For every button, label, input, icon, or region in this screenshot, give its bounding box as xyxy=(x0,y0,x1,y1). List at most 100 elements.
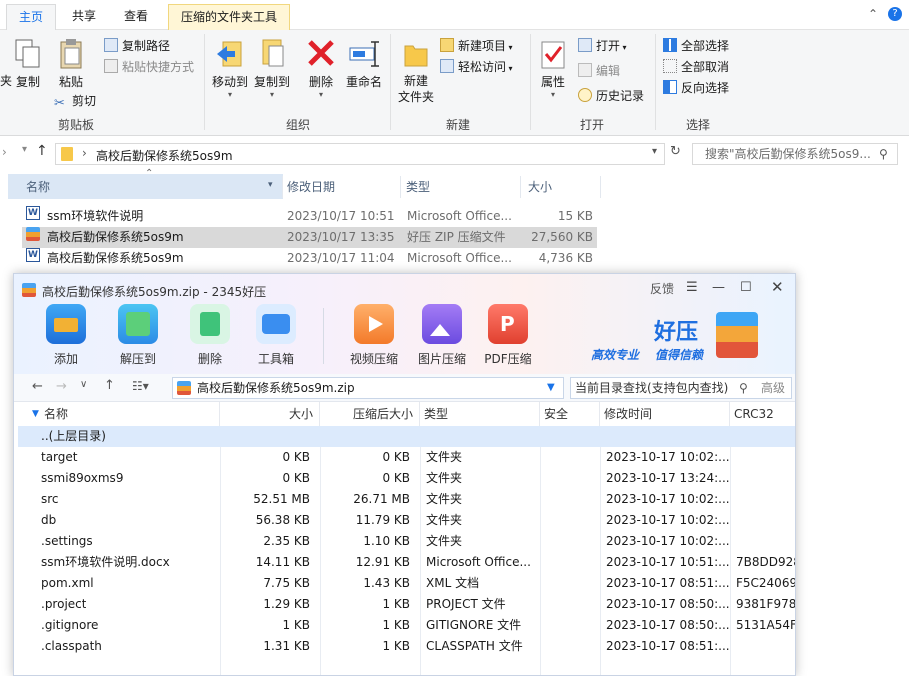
cut-button[interactable]: ✂ 剪切 xyxy=(54,91,96,111)
column-header-date[interactable]: 修改日期 xyxy=(287,175,335,199)
tab-view[interactable]: 查看 xyxy=(112,4,160,30)
archive-path-bar[interactable]: 高校后勤保修系统5os9m.zip ▼ xyxy=(172,377,564,399)
collapse-ribbon-icon[interactable]: ⌃ xyxy=(868,7,878,21)
tab-home[interactable]: 主页 xyxy=(6,4,57,30)
video-compress-button[interactable]: 视频压缩 xyxy=(344,304,404,367)
delete-button[interactable]: 删除 ▾ xyxy=(304,38,338,99)
new-item-icon xyxy=(440,38,454,52)
maximize-icon[interactable]: ☐ xyxy=(740,280,752,295)
up-arrow-icon[interactable]: ↑ xyxy=(36,143,48,159)
archive-entry-row[interactable]: src 52.51 MB 26.71 MB 文件夹 2023-10-17 10:… xyxy=(18,489,795,510)
archive-entry-row[interactable]: pom.xml 7.75 KB 1.43 KB XML 文档 2023-10-1… xyxy=(18,573,795,594)
pdf-compress-button[interactable]: P PDF压缩 xyxy=(478,304,538,367)
delete-archive-button[interactable]: 删除 xyxy=(180,304,240,367)
column-header-modified[interactable]: 修改时间 xyxy=(600,402,730,426)
entry-crc32: 5131A54F xyxy=(736,618,796,632)
select-none-button[interactable]: 全部取消 xyxy=(663,57,729,77)
zip-archive-icon xyxy=(177,381,191,395)
chevron-down-icon: ▾ xyxy=(620,43,627,52)
archive-entry-row[interactable]: ssmi89oxms9 0 KB 0 KB 文件夹 2023-10-17 13:… xyxy=(18,468,795,489)
recycle-bin-icon xyxy=(190,304,230,344)
parent-directory-row[interactable]: ..(上层目录) xyxy=(18,426,795,447)
up-level-icon[interactable]: ↑ xyxy=(104,378,115,393)
image-compress-button[interactable]: 图片压缩 xyxy=(412,304,472,367)
refresh-icon[interactable]: ↻ xyxy=(670,144,686,162)
column-filter-icon[interactable]: ▾ xyxy=(268,180,273,190)
column-header-name-label: 名称 xyxy=(44,407,69,421)
forward-icon[interactable]: › xyxy=(2,145,7,159)
address-bar[interactable]: › 高校后勤保修系统5os9m ▾ xyxy=(55,143,665,165)
close-icon[interactable]: ✕ xyxy=(771,278,784,296)
help-icon[interactable]: ? xyxy=(888,7,902,21)
entry-modified: 2023-10-17 10:02:... xyxy=(606,513,730,527)
view-mode-icon[interactable]: ☷▾ xyxy=(132,379,149,393)
archive-search-input[interactable]: 当前目录查找(支持包内查找) ⚲ 高级 xyxy=(570,377,792,399)
easy-access-button[interactable]: 轻松访问 ▾ xyxy=(440,57,513,77)
entry-name: .project xyxy=(41,597,87,611)
column-header-crc32[interactable]: CRC32 xyxy=(730,402,795,426)
minimize-icon[interactable]: — xyxy=(712,280,725,295)
column-header-packed-size[interactable]: 压缩后大小 xyxy=(320,402,420,426)
column-header-security[interactable]: 安全 xyxy=(540,402,600,426)
rename-button[interactable]: 重命名 xyxy=(343,38,385,90)
archive-entry-row[interactable]: db 56.38 KB 11.79 KB 文件夹 2023-10-17 10:0… xyxy=(18,510,795,531)
history-icon xyxy=(578,88,592,102)
column-header-type[interactable]: 类型 xyxy=(406,175,430,199)
history-button[interactable]: 历史记录 xyxy=(578,86,644,106)
file-name: 高校后勤保修系统5os9m xyxy=(47,251,184,265)
forward-arrow-icon[interactable]: → xyxy=(56,379,67,394)
file-row[interactable]: 高校后勤保修系统5os9m 2023/10/17 11:04 Microsoft… xyxy=(22,245,597,269)
paste-shortcut-label: 粘贴快捷方式 xyxy=(122,60,195,74)
copy-button[interactable]: 复制 xyxy=(12,38,44,90)
address-dropdown-icon[interactable]: ▾ xyxy=(652,146,657,157)
column-header-type[interactable]: 类型 xyxy=(420,402,540,426)
new-folder-button[interactable]: 新建 文件夹 xyxy=(396,38,436,105)
menu-icon[interactable]: ☰ xyxy=(686,280,698,295)
delete-x-icon xyxy=(308,40,334,66)
open-button[interactable]: 打开 ▾ xyxy=(578,36,627,56)
archive-entry-row[interactable]: .classpath 1.31 KB 1 KB CLASSPATH 文件 202… xyxy=(18,636,795,657)
new-item-button[interactable]: 新建项目 ▾ xyxy=(440,36,513,56)
recent-locations-icon[interactable]: ▾ xyxy=(22,144,27,155)
move-to-button[interactable]: 移动到 ▾ xyxy=(210,38,250,99)
column-header-name[interactable]: 名称 xyxy=(26,175,50,199)
select-all-button[interactable]: 全部选择 xyxy=(663,36,729,56)
entry-type: CLASSPATH 文件 xyxy=(426,639,523,653)
copy-path-button[interactable]: 复制路径 xyxy=(104,36,170,56)
toolbox-button[interactable]: 工具箱 xyxy=(246,304,306,367)
extract-to-button[interactable]: 解压到 xyxy=(108,304,168,367)
add-label: 添加 xyxy=(53,352,78,366)
file-row-selected[interactable]: 高校后勤保修系统5os9m 2023/10/17 13:35 好压 ZIP 压缩… xyxy=(22,227,597,248)
search-icon: ⚲ xyxy=(879,147,888,161)
archive-entry-row[interactable]: .project 1.29 KB 1 KB PROJECT 文件 2023-10… xyxy=(18,594,795,615)
properties-button[interactable]: 属性 ▾ xyxy=(536,38,570,99)
back-arrow-icon[interactable]: ← xyxy=(32,379,43,394)
tab-compressed-folder-tools[interactable]: 压缩的文件夹工具 xyxy=(168,4,291,30)
copy-to-button[interactable]: 复制到 ▾ xyxy=(252,38,292,99)
tab-share[interactable]: 共享 xyxy=(60,4,108,30)
archive-entry-row[interactable]: .settings 2.35 KB 1.10 KB 文件夹 2023-10-17… xyxy=(18,531,795,552)
move-to-dropdown-icon: ▾ xyxy=(227,90,232,99)
archive-entry-row[interactable]: target 0 KB 0 KB 文件夹 2023-10-17 10:02:..… xyxy=(18,447,795,468)
invert-selection-button[interactable]: 反向选择 xyxy=(663,78,729,98)
paste-shortcut-button[interactable]: 粘贴快捷方式 xyxy=(104,57,194,77)
brand-slogan-1: 高效专业 xyxy=(591,348,640,362)
file-row[interactable]: ssm环境软件说明 2023/10/17 10:51 Microsoft Off… xyxy=(22,203,597,227)
select-none-label: 全部取消 xyxy=(681,60,730,74)
archive-entry-row[interactable]: .gitignore 1 KB 1 KB GITIGNORE 文件 2023-1… xyxy=(18,615,796,636)
entry-modified: 2023-10-17 10:02:... xyxy=(606,492,730,506)
edit-button[interactable]: 编辑 xyxy=(578,61,620,81)
column-header-name[interactable]: ▼ 名称 xyxy=(18,402,220,426)
feedback-link[interactable]: 反馈 xyxy=(650,280,674,297)
path-dropdown-icon[interactable]: ▼ xyxy=(547,378,555,398)
history-dropdown-icon[interactable]: ∨ xyxy=(80,379,87,390)
column-header-size[interactable]: 大小 xyxy=(528,175,552,199)
search-input[interactable]: 搜索"高校后勤保修系统5os9... ⚲ xyxy=(692,143,898,165)
column-header-size[interactable]: 大小 xyxy=(220,402,320,426)
advanced-search-link[interactable]: 高级 xyxy=(761,378,785,398)
open-group-label: 打开 xyxy=(579,118,604,132)
word-document-icon xyxy=(26,203,40,224)
archive-entry-row[interactable]: ssm环境软件说明.docx 14.11 KB 12.91 KB Microso… xyxy=(18,552,795,573)
add-button[interactable]: 添加 xyxy=(36,304,96,367)
paste-button[interactable]: 粘贴 xyxy=(55,38,87,90)
